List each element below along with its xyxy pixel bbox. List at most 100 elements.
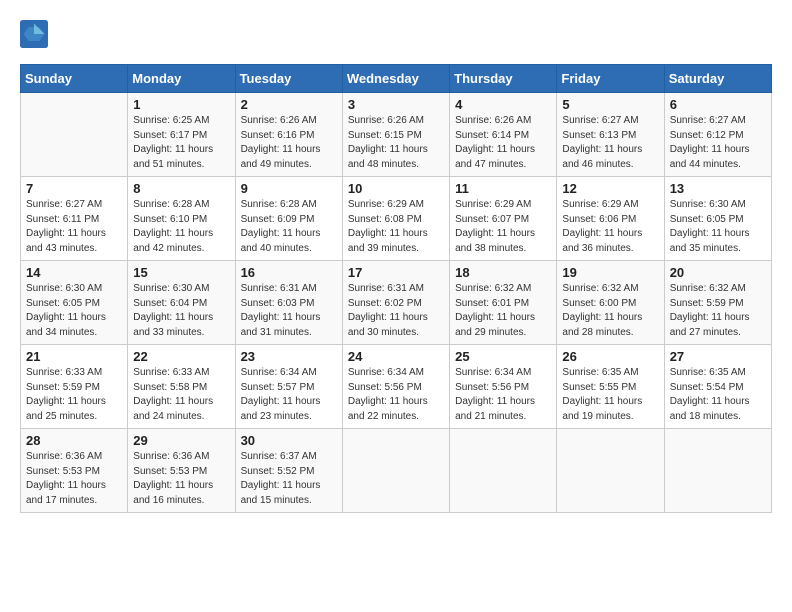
calendar-cell: 8 Sunrise: 6:28 AM Sunset: 6:10 PM Daylig…: [128, 177, 235, 261]
day-number: 21: [26, 349, 122, 364]
calendar-cell: 14 Sunrise: 6:30 AM Sunset: 6:05 PM Dayli…: [21, 261, 128, 345]
day-number: 12: [562, 181, 658, 196]
day-info: Sunrise: 6:28 AM Sunset: 6:10 PM Dayligh…: [133, 198, 229, 256]
calendar-cell: [664, 429, 771, 513]
calendar-cell: 3Sunrise: 6:26 AM Sunset: 6:15 PM Daylig…: [342, 93, 449, 177]
calendar-cell: 30Sunrise: 6:37 AM Sunset: 5:52 PM Dayli…: [235, 429, 342, 513]
day-info: Sunrise: 6:28 AM Sunset: 6:09 PM Dayligh…: [241, 198, 337, 256]
calendar-cell: 18 Sunrise: 6:32 AM Sunset: 6:01 PM Dayli…: [450, 261, 557, 345]
day-info: Sunrise: 6:25 AM Sunset: 6:17 PM Dayligh…: [133, 114, 229, 172]
calendar-table: SundayMondayTuesdayWednesdayThursdayFrid…: [20, 64, 772, 513]
calendar-cell: 20 Sunrise: 6:32 AM Sunset: 5:59 PM Dayli…: [664, 261, 771, 345]
day-info: Sunrise: 6:34 AM Sunset: 5:56 PM Dayligh…: [455, 366, 551, 424]
calendar-cell: 7Sunrise: 6:27 AM Sunset: 6:11 PM Daylig…: [21, 177, 128, 261]
day-info: Sunrise: 6:30 AM Sunset: 6:05 PM Dayligh…: [670, 198, 766, 256]
calendar-cell: 29 Sunrise: 6:36 AM Sunset: 5:53 PM Dayli…: [128, 429, 235, 513]
calendar-cell: 13 Sunrise: 6:30 AM Sunset: 6:05 PM Dayli…: [664, 177, 771, 261]
calendar-header: SundayMondayTuesdayWednesdayThursdayFrid…: [21, 65, 772, 93]
day-info: Sunrise: 6:26 AM Sunset: 6:16 PM Dayligh…: [241, 114, 337, 172]
day-number: 17: [348, 265, 444, 280]
logo: [20, 20, 52, 48]
day-info: Sunrise: 6:30 AM Sunset: 6:05 PM Dayligh…: [26, 282, 122, 340]
calendar-cell: 19Sunrise: 6:32 AM Sunset: 6:00 PM Dayli…: [557, 261, 664, 345]
header-row: SundayMondayTuesdayWednesdayThursdayFrid…: [21, 65, 772, 93]
day-info: Sunrise: 6:33 AM Sunset: 5:58 PM Dayligh…: [133, 366, 229, 424]
day-number: 18: [455, 265, 551, 280]
day-number: 2: [241, 97, 337, 112]
calendar-cell: 6 Sunrise: 6:27 AM Sunset: 6:12 PM Daylig…: [664, 93, 771, 177]
day-number: 29: [133, 433, 229, 448]
header-cell-monday: Monday: [128, 65, 235, 93]
day-info: Sunrise: 6:32 AM Sunset: 5:59 PM Dayligh…: [670, 282, 766, 340]
day-number: 23: [241, 349, 337, 364]
day-number: 5: [562, 97, 658, 112]
day-info: Sunrise: 6:36 AM Sunset: 5:53 PM Dayligh…: [26, 450, 122, 508]
calendar-cell: 23Sunrise: 6:34 AM Sunset: 5:57 PM Dayli…: [235, 345, 342, 429]
day-number: 24: [348, 349, 444, 364]
day-info: Sunrise: 6:27 AM Sunset: 6:11 PM Dayligh…: [26, 198, 122, 256]
calendar-cell: 24 Sunrise: 6:34 AM Sunset: 5:56 PM Dayli…: [342, 345, 449, 429]
day-number: 3: [348, 97, 444, 112]
day-info: Sunrise: 6:27 AM Sunset: 6:12 PM Dayligh…: [670, 114, 766, 172]
day-number: 11: [455, 181, 551, 196]
day-number: 30: [241, 433, 337, 448]
day-info: Sunrise: 6:29 AM Sunset: 6:07 PM Dayligh…: [455, 198, 551, 256]
day-number: 9: [241, 181, 337, 196]
day-info: Sunrise: 6:32 AM Sunset: 6:00 PM Dayligh…: [562, 282, 658, 340]
calendar-cell: 17 Sunrise: 6:31 AM Sunset: 6:02 PM Dayli…: [342, 261, 449, 345]
calendar-cell: 21 Sunrise: 6:33 AM Sunset: 5:59 PM Dayli…: [21, 345, 128, 429]
calendar-cell: [450, 429, 557, 513]
day-number: 14: [26, 265, 122, 280]
calendar-cell: 22 Sunrise: 6:33 AM Sunset: 5:58 PM Dayli…: [128, 345, 235, 429]
day-number: 13: [670, 181, 766, 196]
header-cell-sunday: Sunday: [21, 65, 128, 93]
day-info: Sunrise: 6:32 AM Sunset: 6:01 PM Dayligh…: [455, 282, 551, 340]
day-info: Sunrise: 6:31 AM Sunset: 6:03 PM Dayligh…: [241, 282, 337, 340]
day-number: 8: [133, 181, 229, 196]
calendar-cell: 12 Sunrise: 6:29 AM Sunset: 6:06 PM Dayli…: [557, 177, 664, 261]
day-info: Sunrise: 6:26 AM Sunset: 6:14 PM Dayligh…: [455, 114, 551, 172]
page-header: [20, 20, 772, 48]
day-info: Sunrise: 6:29 AM Sunset: 6:08 PM Dayligh…: [348, 198, 444, 256]
calendar-cell: 9 Sunrise: 6:28 AM Sunset: 6:09 PM Daylig…: [235, 177, 342, 261]
day-number: 6: [670, 97, 766, 112]
calendar-cell: [342, 429, 449, 513]
day-number: 4: [455, 97, 551, 112]
calendar-cell: 1Sunrise: 6:25 AM Sunset: 6:17 PM Daylig…: [128, 93, 235, 177]
calendar-cell: [557, 429, 664, 513]
day-info: Sunrise: 6:35 AM Sunset: 5:55 PM Dayligh…: [562, 366, 658, 424]
day-number: 28: [26, 433, 122, 448]
day-info: Sunrise: 6:36 AM Sunset: 5:53 PM Dayligh…: [133, 450, 229, 508]
logo-icon: [20, 20, 48, 48]
calendar-cell: 10 Sunrise: 6:29 AM Sunset: 6:08 PM Dayli…: [342, 177, 449, 261]
day-number: 25: [455, 349, 551, 364]
header-cell-tuesday: Tuesday: [235, 65, 342, 93]
calendar-cell: 15Sunrise: 6:30 AM Sunset: 6:04 PM Dayli…: [128, 261, 235, 345]
day-info: Sunrise: 6:29 AM Sunset: 6:06 PM Dayligh…: [562, 198, 658, 256]
header-cell-thursday: Thursday: [450, 65, 557, 93]
day-info: Sunrise: 6:34 AM Sunset: 5:56 PM Dayligh…: [348, 366, 444, 424]
calendar-cell: 4 Sunrise: 6:26 AM Sunset: 6:14 PM Daylig…: [450, 93, 557, 177]
day-number: 10: [348, 181, 444, 196]
calendar-cell: 2 Sunrise: 6:26 AM Sunset: 6:16 PM Daylig…: [235, 93, 342, 177]
day-number: 27: [670, 349, 766, 364]
day-info: Sunrise: 6:30 AM Sunset: 6:04 PM Dayligh…: [133, 282, 229, 340]
header-cell-saturday: Saturday: [664, 65, 771, 93]
calendar-cell: 28 Sunrise: 6:36 AM Sunset: 5:53 PM Dayli…: [21, 429, 128, 513]
calendar-cell: 16Sunrise: 6:31 AM Sunset: 6:03 PM Dayli…: [235, 261, 342, 345]
week-row-3: 14 Sunrise: 6:30 AM Sunset: 6:05 PM Dayli…: [21, 261, 772, 345]
day-number: 22: [133, 349, 229, 364]
week-row-4: 21 Sunrise: 6:33 AM Sunset: 5:59 PM Dayli…: [21, 345, 772, 429]
day-info: Sunrise: 6:31 AM Sunset: 6:02 PM Dayligh…: [348, 282, 444, 340]
calendar-cell: [21, 93, 128, 177]
calendar-body: 1Sunrise: 6:25 AM Sunset: 6:17 PM Daylig…: [21, 93, 772, 513]
header-cell-friday: Friday: [557, 65, 664, 93]
week-row-1: 1Sunrise: 6:25 AM Sunset: 6:17 PM Daylig…: [21, 93, 772, 177]
calendar-cell: 27Sunrise: 6:35 AM Sunset: 5:54 PM Dayli…: [664, 345, 771, 429]
day-info: Sunrise: 6:27 AM Sunset: 6:13 PM Dayligh…: [562, 114, 658, 172]
day-number: 20: [670, 265, 766, 280]
calendar-cell: 26Sunrise: 6:35 AM Sunset: 5:55 PM Dayli…: [557, 345, 664, 429]
calendar-cell: 5 Sunrise: 6:27 AM Sunset: 6:13 PM Daylig…: [557, 93, 664, 177]
week-row-2: 7Sunrise: 6:27 AM Sunset: 6:11 PM Daylig…: [21, 177, 772, 261]
day-info: Sunrise: 6:33 AM Sunset: 5:59 PM Dayligh…: [26, 366, 122, 424]
